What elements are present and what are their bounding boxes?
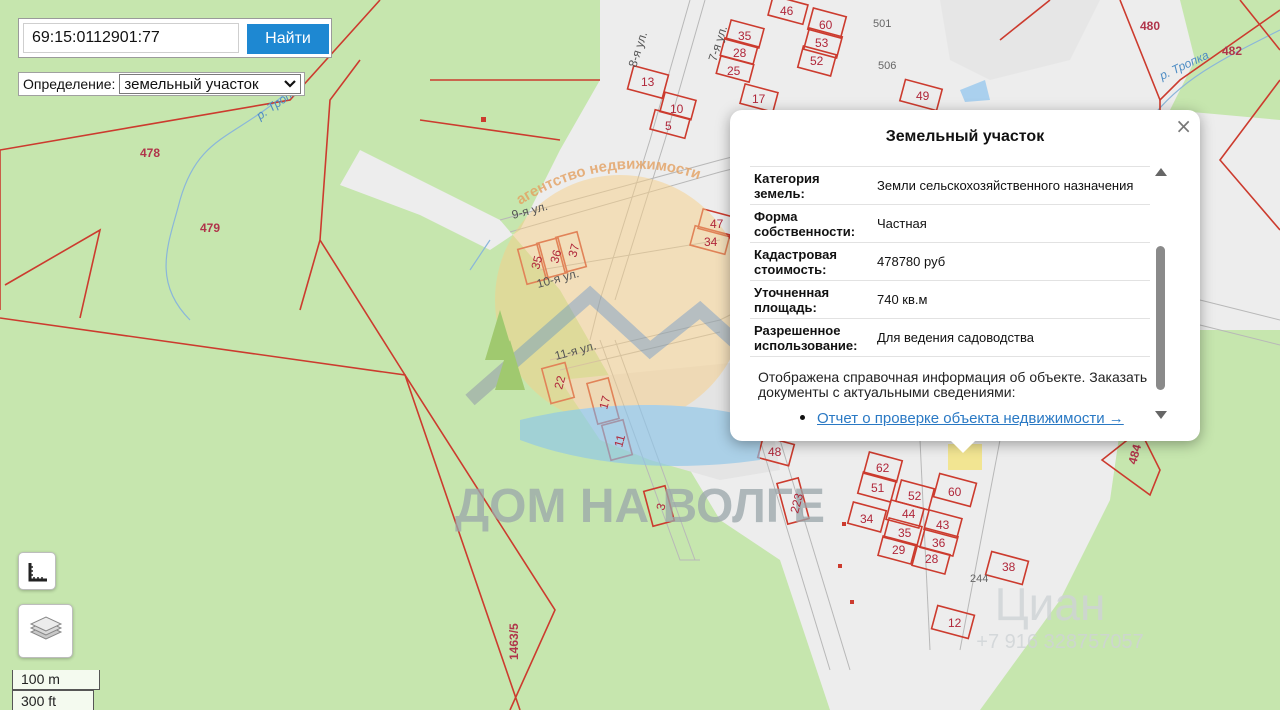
attribute-value: Земли сельскохозяйственного назначения — [873, 166, 1150, 205]
table-row: Кадастровая стоимость: 478780 руб — [750, 242, 1150, 281]
ruler-icon — [28, 563, 47, 582]
parcel-480: 480 — [1140, 19, 1160, 33]
attribute-value: 740 кв.м — [873, 280, 1150, 319]
table-row: Уточненная площадь: 740 кв.м — [750, 280, 1150, 319]
attribute-value: Для ведения садоводства — [873, 318, 1150, 357]
svg-text:36: 36 — [932, 536, 946, 550]
svg-text:29: 29 — [892, 543, 906, 557]
svg-text:38: 38 — [1002, 560, 1016, 574]
svg-text:5: 5 — [665, 119, 672, 133]
svg-text:13: 13 — [641, 75, 655, 89]
attribute-key: Кадастровая стоимость: — [750, 242, 873, 281]
watermark-brand: ДОМ НА ВОЛГЕ — [455, 480, 825, 533]
svg-text:62: 62 — [876, 461, 890, 475]
table-row: Категория земель: Земли сельскохозяйстве… — [750, 166, 1150, 205]
attribute-value: Частная — [873, 204, 1150, 243]
svg-text:35: 35 — [738, 29, 752, 43]
attribute-key: Форма собственности: — [750, 204, 873, 243]
svg-text:46: 46 — [780, 4, 794, 18]
svg-text:244: 244 — [970, 573, 988, 585]
svg-text:34: 34 — [860, 512, 874, 526]
svg-text:501: 501 — [873, 18, 891, 30]
parcel-attributes-table: Категория земель: Земли сельскохозяйстве… — [750, 166, 1150, 357]
definition-label: Определение: — [23, 76, 116, 92]
definition-control: Определение: земельный участок — [18, 72, 306, 96]
measure-button[interactable] — [18, 552, 56, 590]
definition-selected-value: земельный участок — [124, 75, 259, 93]
popup-note: Отображена справочная информация об объе… — [758, 369, 1148, 400]
search-button[interactable]: Найти — [247, 24, 329, 54]
svg-text:52: 52 — [810, 54, 824, 68]
parcel-info-popup: × Земельный участок Категория земель: Зе… — [730, 110, 1200, 441]
watermark-cian: Циан — [995, 578, 1106, 630]
cadastral-search-input[interactable] — [23, 23, 239, 53]
svg-text:44: 44 — [902, 507, 916, 521]
svg-text:35: 35 — [898, 526, 912, 540]
svg-text:28: 28 — [925, 552, 939, 566]
popup-pointer — [950, 440, 976, 453]
svg-text:60: 60 — [819, 18, 833, 32]
table-row: Разрешенное использование: Для ведения с… — [750, 318, 1150, 357]
svg-text:43: 43 — [936, 518, 950, 532]
layers-icon — [29, 616, 63, 640]
popup-title: Земельный участок — [885, 128, 1045, 145]
svg-text:17: 17 — [752, 92, 766, 106]
bullet-icon — [800, 414, 805, 420]
scroll-down-icon[interactable] — [1155, 411, 1167, 419]
parcel-482: 482 — [1222, 44, 1242, 58]
attribute-value: 478780 руб — [873, 242, 1150, 281]
attribute-key: Категория земель: — [750, 166, 873, 205]
svg-text:49: 49 — [916, 89, 930, 103]
table-row: Форма собственности: Частная — [750, 204, 1150, 243]
scroll-up-icon[interactable] — [1155, 168, 1167, 176]
report-link-item: Отчет о проверке объекта недвижимости → — [800, 410, 1124, 427]
scale-imperial: 300 ft — [12, 690, 94, 710]
svg-text:28: 28 — [733, 46, 747, 60]
parcel-1463-5: 1463/5 — [507, 623, 521, 660]
svg-text:34: 34 — [704, 235, 718, 249]
svg-text:53: 53 — [815, 36, 829, 50]
layers-button[interactable] — [18, 604, 73, 658]
parcel-478: 478 — [140, 146, 160, 160]
attribute-key: Уточненная площадь: — [750, 280, 873, 319]
popup-scrollbar[interactable] — [1152, 164, 1168, 422]
watermark-phone: +7 916 328757057 — [976, 631, 1143, 653]
svg-text:12: 12 — [948, 616, 962, 630]
svg-text:60: 60 — [948, 485, 962, 499]
definition-select[interactable]: земельный участок — [119, 74, 302, 94]
scale-metric: 100 m — [12, 670, 100, 690]
svg-text:506: 506 — [878, 60, 896, 72]
chevron-down-icon — [284, 80, 297, 88]
scrollbar-thumb[interactable] — [1156, 246, 1165, 390]
svg-text:51: 51 — [871, 481, 885, 495]
search-bar: Найти — [18, 18, 332, 58]
attribute-key: Разрешенное использование: — [750, 318, 873, 357]
svg-text:52: 52 — [908, 489, 922, 503]
svg-text:10: 10 — [670, 102, 684, 116]
svg-text:25: 25 — [727, 64, 741, 78]
svg-text:47: 47 — [710, 217, 724, 231]
report-link[interactable]: Отчет о проверке объекта недвижимости → — [817, 410, 1124, 427]
parcel-479: 479 — [200, 221, 220, 235]
svg-text:48: 48 — [768, 445, 782, 459]
